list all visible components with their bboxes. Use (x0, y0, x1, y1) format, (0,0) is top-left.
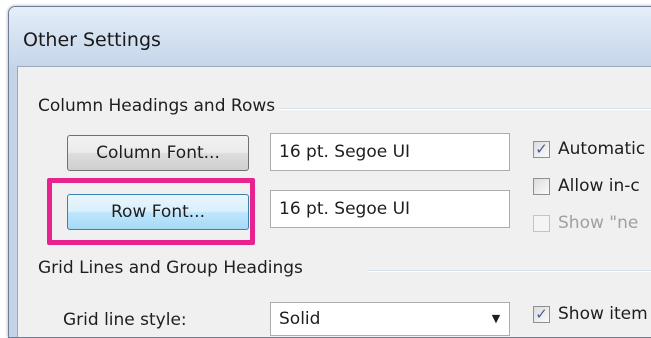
show-new-label: Show "ne (558, 213, 639, 233)
row-font-value-field: 16 pt. Segoe UI (270, 190, 510, 228)
group-label-grid-lines: Grid Lines and Group Headings (36, 258, 307, 278)
other-settings-dialog: Other Settings Column Headings and Rows … (8, 6, 651, 338)
grid-line-style-select[interactable]: Solid ▼ (270, 302, 510, 336)
allow-in-cell-checkbox[interactable] (533, 177, 550, 195)
dialog-title: Other Settings (23, 29, 161, 51)
group-label-column-headings: Column Headings and Rows (36, 96, 280, 116)
show-items-checkbox[interactable]: ✓ (533, 305, 550, 323)
group-separator-grid (368, 270, 651, 272)
show-new-checkbox-row: Show "ne (533, 213, 638, 233)
column-font-value-field: 16 pt. Segoe UI (270, 133, 510, 171)
row-font-highlight-frame (47, 178, 255, 245)
column-font-button[interactable]: Column Font... (67, 135, 249, 171)
grid-line-style-value: Solid (279, 309, 321, 329)
grid-line-style-label: Grid line style: (63, 310, 187, 330)
show-items-label: Show item (558, 304, 648, 324)
allow-in-cell-label: Allow in-c (558, 176, 640, 196)
automatic-label: Automatic (558, 139, 646, 159)
allow-in-cell-checkbox-row[interactable]: Allow in-c (533, 176, 640, 196)
automatic-checkbox[interactable]: ✓ (533, 140, 550, 158)
chevron-down-icon[interactable]: ▼ (489, 312, 503, 326)
show-items-checkbox-row[interactable]: ✓ Show item (533, 304, 648, 324)
automatic-checkbox-row[interactable]: ✓ Automatic (533, 139, 645, 159)
show-new-checkbox (533, 214, 550, 232)
title-bar[interactable]: Other Settings (9, 7, 651, 67)
